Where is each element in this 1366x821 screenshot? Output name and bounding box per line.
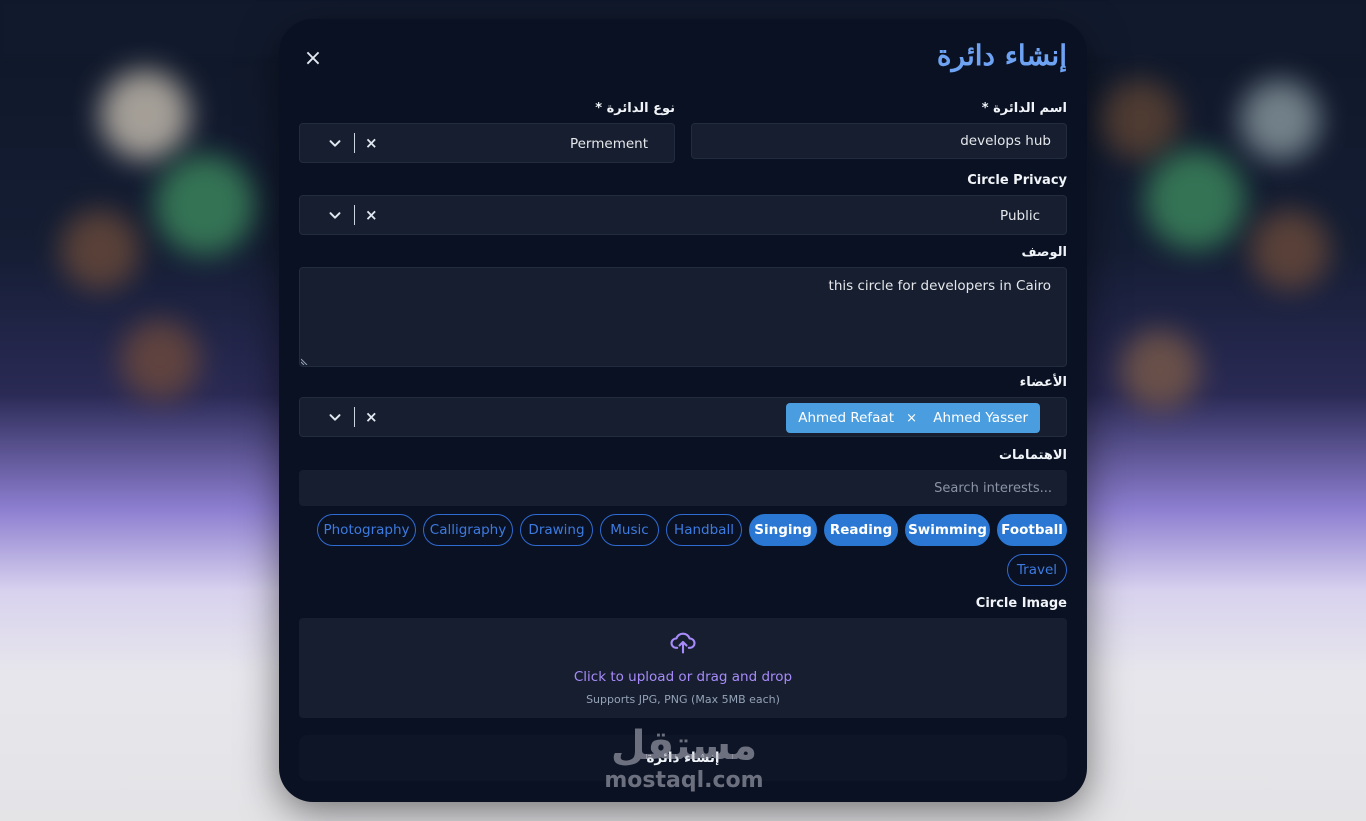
clear-icon[interactable]: × — [365, 408, 378, 426]
circle-name-input[interactable]: develops hub — [691, 123, 1067, 159]
modal-title: إنشاء دائرة — [936, 39, 1067, 72]
resize-handle-icon[interactable] — [301, 357, 309, 365]
members-label: الأعضاء — [1019, 375, 1067, 390]
description-value: this circle for developers in Cairo — [828, 278, 1051, 294]
interest-tag-photography[interactable]: Photography — [317, 514, 416, 546]
chevron-down-icon[interactable] — [326, 206, 344, 224]
background-avatar — [1250, 210, 1330, 290]
create-circle-modal: إنشاء دائرة × اسم الدائرة * نوع الدائرة … — [279, 19, 1087, 802]
cloud-upload-icon — [670, 632, 696, 654]
divider — [354, 205, 355, 225]
image-upload-dropzone[interactable]: Click to upload or drag and drop Support… — [299, 618, 1067, 718]
circle-privacy-select[interactable]: Public × — [299, 195, 1067, 235]
circle-type-value: Permement — [569, 136, 648, 152]
upload-instruction: Click to upload or drag and drop — [573, 669, 793, 685]
interests-search-input[interactable] — [299, 470, 1067, 506]
upload-hint: Supports JPG, PNG (Max 5MB each) — [586, 693, 780, 706]
circle-privacy-label: Circle Privacy — [967, 173, 1067, 188]
circle-type-select[interactable]: Permement × — [299, 123, 675, 163]
background-avatar — [1120, 330, 1200, 410]
clear-icon[interactable]: × — [365, 206, 378, 224]
chip-remove-icon[interactable]: × — [906, 411, 917, 426]
chevron-down-icon[interactable] — [326, 134, 344, 152]
divider — [354, 133, 355, 153]
interest-tag-handball[interactable]: Handball — [666, 514, 742, 546]
member-chip-label: Ahmed Yasser — [933, 410, 1028, 426]
background-avatar — [1240, 80, 1320, 160]
interest-tag-singing[interactable]: Singing — [749, 514, 817, 546]
background-avatar — [100, 70, 190, 160]
close-icon[interactable]: × — [299, 47, 327, 71]
circle-privacy-value: Public — [1000, 208, 1040, 224]
interest-tag-swimming[interactable]: Swimming — [905, 514, 990, 546]
chevron-down-icon[interactable] — [326, 408, 344, 426]
background-avatar — [155, 155, 255, 255]
interests-label: الاهتمامات — [998, 448, 1067, 463]
divider — [354, 407, 355, 427]
interest-tag-music[interactable]: Music — [600, 514, 659, 546]
member-chip-label: Ahmed Refaat — [798, 410, 894, 426]
background-avatar — [60, 210, 140, 290]
circle-type-label: نوع الدائرة * — [595, 101, 675, 116]
background-avatar — [120, 320, 200, 400]
circle-image-label: Circle Image — [975, 596, 1067, 611]
interest-tag-football[interactable]: Football — [997, 514, 1067, 546]
circle-name-value: develops hub — [960, 133, 1051, 149]
background-avatar — [1100, 80, 1180, 160]
member-chip: × Ahmed Yasser — [894, 403, 1040, 433]
watermark-arabic: مستقل — [610, 723, 758, 769]
interest-tag-drawing[interactable]: Drawing — [520, 514, 593, 546]
clear-icon[interactable]: × — [365, 134, 378, 152]
members-select[interactable]: × Ahmed Yasser Ahmed Refaat × — [299, 397, 1067, 437]
member-chip: Ahmed Refaat — [786, 403, 906, 433]
interest-tag-reading[interactable]: Reading — [824, 514, 898, 546]
interest-tag-travel[interactable]: Travel — [1007, 554, 1067, 586]
description-label: الوصف — [1021, 245, 1067, 260]
description-textarea[interactable]: this circle for developers in Cairo — [299, 267, 1067, 367]
background-avatar — [1145, 150, 1245, 250]
circle-name-label: اسم الدائرة * — [981, 101, 1067, 116]
watermark: مستقل mostaql.com — [599, 723, 769, 793]
watermark-latin: mostaql.com — [604, 768, 764, 793]
interest-tag-calligraphy[interactable]: Calligraphy — [423, 514, 513, 546]
